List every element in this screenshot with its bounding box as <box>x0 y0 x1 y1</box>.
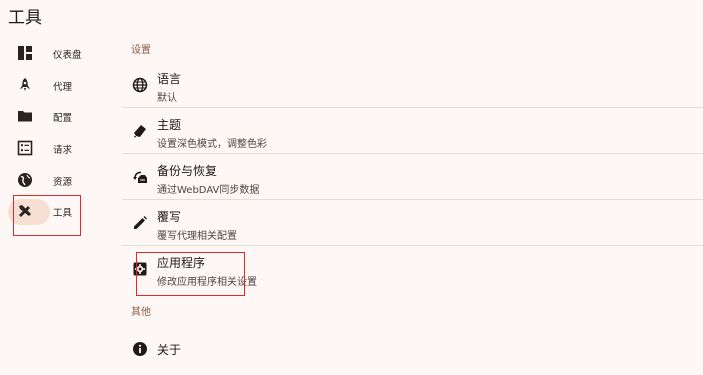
theme-icon <box>134 125 146 138</box>
sidebar-item-tools[interactable]: 工具 <box>8 199 90 225</box>
sidebar-item-label: 配置 <box>53 113 73 124</box>
sidebar-item-label: 请求 <box>53 145 73 156</box>
item-title: 关于 <box>157 343 182 357</box>
folder-icon <box>18 111 32 122</box>
item-title: 覆写 <box>157 210 182 224</box>
item-title: 语言 <box>157 72 182 86</box>
sidebar-item-label: 资源 <box>53 177 73 188</box>
sidebar-item-label: 代理 <box>53 82 73 93</box>
sidebar-item-requests[interactable]: 请求 <box>10 136 90 162</box>
settings-item-backup[interactable]: 备份与恢复 通过WebDAV同步数据 <box>122 154 703 200</box>
item-subtitle: 通过WebDAV同步数据 <box>157 185 260 196</box>
divider <box>122 153 703 154</box>
item-title: 应用程序 <box>157 256 206 270</box>
item-subtitle: 修改应用程序相关设置 <box>157 277 257 288</box>
settings-item-theme[interactable]: 主题 设置深色模式，调整色彩 <box>122 108 703 154</box>
info-icon <box>133 342 147 356</box>
sidebar-item-dashboard[interactable]: 仪表盘 <box>10 41 90 67</box>
item-subtitle: 默认 <box>157 93 177 104</box>
app-title: 工具 <box>8 8 42 28</box>
sidebar-item-label: 工具 <box>53 208 73 219</box>
globe-icon <box>132 77 148 93</box>
settings-app-icon <box>133 262 147 276</box>
edit-icon <box>134 216 147 229</box>
sidebar-item-profiles[interactable]: 配置 <box>10 104 90 130</box>
settings-item-about[interactable]: 关于 <box>122 326 703 372</box>
divider <box>122 199 703 200</box>
divider <box>122 245 703 246</box>
sidebar-item-resources[interactable]: 资源 <box>10 168 90 194</box>
divider <box>122 107 703 108</box>
backup-icon <box>133 171 147 183</box>
tools-icon <box>19 205 31 217</box>
item-subtitle: 覆写代理相关配置 <box>157 231 237 242</box>
settings-item-override[interactable]: 覆写 覆写代理相关配置 <box>122 200 703 246</box>
globe-icon <box>18 173 32 187</box>
item-title: 主题 <box>157 118 182 132</box>
sidebar-item-label: 仪表盘 <box>53 50 82 61</box>
section-title-settings: 设置 <box>131 45 151 56</box>
list-icon <box>17 140 33 156</box>
section-title-other: 其他 <box>131 307 151 318</box>
item-title: 备份与恢复 <box>157 164 218 178</box>
sidebar-item-proxy[interactable]: 代理 <box>10 73 90 99</box>
rocket-icon <box>20 78 30 91</box>
item-subtitle: 设置深色模式，调整色彩 <box>157 139 267 150</box>
dashboard-icon <box>18 46 32 60</box>
settings-item-application[interactable]: 应用程序 修改应用程序相关设置 <box>122 246 703 292</box>
settings-item-language[interactable]: 语言 默认 <box>122 62 703 108</box>
